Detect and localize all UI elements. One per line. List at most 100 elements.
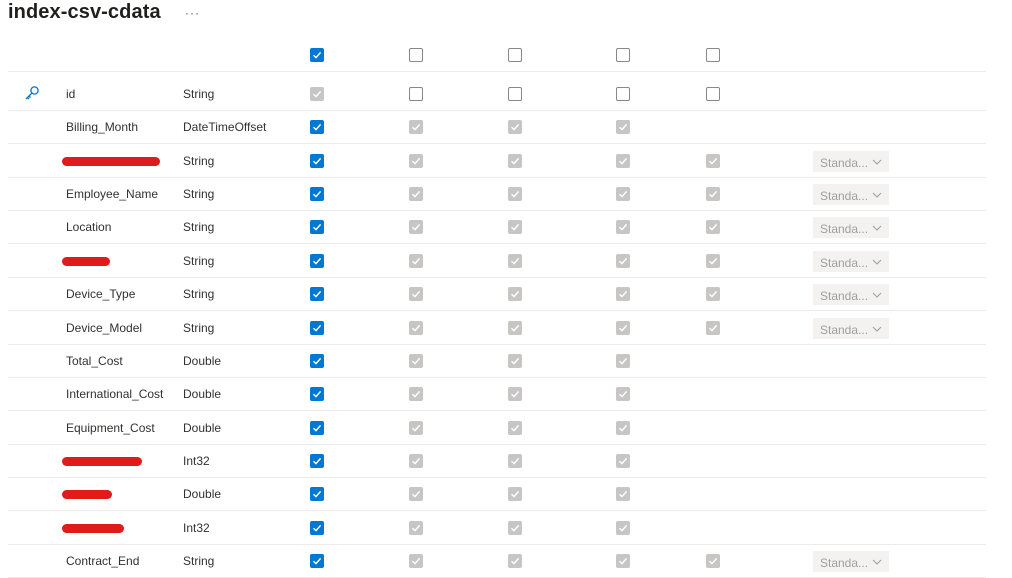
checkbox-col-4 xyxy=(616,220,630,234)
field-type: String xyxy=(183,254,215,268)
checkmark-icon xyxy=(511,390,520,398)
table-row[interactable]: id String xyxy=(8,77,986,111)
checkbox-col-1[interactable] xyxy=(310,120,324,134)
table-row[interactable]: String Standa... xyxy=(8,144,986,178)
checkmark-icon xyxy=(619,424,628,432)
table-row[interactable]: Int32 xyxy=(8,444,986,478)
checkbox-col-1[interactable] xyxy=(310,254,324,268)
analyzer-dropdown-value: Standa... xyxy=(820,222,869,236)
chevron-down-icon xyxy=(872,259,882,265)
field-type: String xyxy=(183,154,215,168)
checkmark-icon xyxy=(313,190,322,198)
checkmark-icon xyxy=(619,257,628,265)
checkmark-icon xyxy=(709,557,718,565)
checkbox-col-1[interactable] xyxy=(310,521,324,535)
checkbox-col-2[interactable] xyxy=(409,87,423,101)
header-checkbox-row xyxy=(0,0,1012,72)
checkmark-icon xyxy=(313,290,322,298)
checkmark-icon xyxy=(313,390,322,398)
redacted-field-name xyxy=(62,524,124,533)
field-name: Contract_End xyxy=(66,554,140,568)
table-row[interactable]: Double xyxy=(8,477,986,511)
checkmark-icon xyxy=(709,223,718,231)
select-all-checkbox-col-4[interactable] xyxy=(616,48,630,62)
checkbox-col-1[interactable] xyxy=(310,154,324,168)
checkbox-col-1[interactable] xyxy=(310,287,324,301)
table-row[interactable]: Equipment_Cost Double xyxy=(8,411,986,445)
checkbox-col-4 xyxy=(616,487,630,501)
checkbox-col-5 xyxy=(706,287,720,301)
checkmark-icon xyxy=(313,524,322,532)
checkmark-icon xyxy=(412,190,421,198)
checkmark-icon xyxy=(709,257,718,265)
checkbox-col-1[interactable] xyxy=(310,421,324,435)
checkmark-icon xyxy=(709,324,718,332)
table-row[interactable]: Device_Model String Standa... xyxy=(8,311,986,345)
checkbox-col-3 xyxy=(508,454,522,468)
select-all-checkbox-col-1[interactable] xyxy=(310,48,324,62)
checkmark-icon xyxy=(313,424,322,432)
checkmark-icon xyxy=(412,290,421,298)
checkbox-col-1 xyxy=(310,87,324,101)
select-all-checkbox-col-3[interactable] xyxy=(508,48,522,62)
analyzer-dropdown: Standa... xyxy=(813,251,889,272)
checkmark-icon xyxy=(511,190,520,198)
analyzer-dropdown: Standa... xyxy=(813,284,889,305)
checkbox-col-3 xyxy=(508,321,522,335)
table-row[interactable]: Device_Type String Standa... xyxy=(8,277,986,311)
checkmark-icon xyxy=(412,257,421,265)
checkbox-col-5[interactable] xyxy=(706,87,720,101)
analyzer-dropdown-value: Standa... xyxy=(820,556,869,570)
checkbox-col-1[interactable] xyxy=(310,187,324,201)
checkbox-col-4 xyxy=(616,287,630,301)
table-row[interactable]: Employee_Name String Standa... xyxy=(8,177,986,211)
analyzer-dropdown: Standa... xyxy=(813,151,889,172)
checkbox-col-3 xyxy=(508,154,522,168)
table-row[interactable]: Billing_Month DateTimeOffset xyxy=(8,110,986,144)
checkbox-col-2 xyxy=(409,487,423,501)
checkbox-col-1[interactable] xyxy=(310,321,324,335)
analyzer-dropdown: Standa... xyxy=(813,551,889,572)
chevron-down-icon xyxy=(872,292,882,298)
field-name: Equipment_Cost xyxy=(66,421,155,435)
field-type: Double xyxy=(183,487,222,501)
checkmark-icon xyxy=(619,490,628,498)
checkmark-icon xyxy=(313,90,322,98)
field-name: Employee_Name xyxy=(66,187,159,201)
checkbox-col-1[interactable] xyxy=(310,220,324,234)
checkmark-icon xyxy=(511,524,520,532)
table-row[interactable]: International_Cost Double xyxy=(8,377,986,411)
field-type: DateTimeOffset xyxy=(183,120,267,134)
checkbox-col-2 xyxy=(409,554,423,568)
checkmark-icon xyxy=(619,357,628,365)
checkbox-col-2 xyxy=(409,521,423,535)
checkbox-col-1[interactable] xyxy=(310,354,324,368)
checkbox-col-3[interactable] xyxy=(508,87,522,101)
field-type: String xyxy=(183,187,215,201)
table-row[interactable]: String Standa... xyxy=(8,244,986,278)
checkmark-icon xyxy=(313,223,322,231)
checkmark-icon xyxy=(313,557,322,565)
checkbox-col-4 xyxy=(616,154,630,168)
checkbox-col-1[interactable] xyxy=(310,454,324,468)
checkbox-col-1[interactable] xyxy=(310,554,324,568)
select-all-checkbox-col-5[interactable] xyxy=(706,48,720,62)
checkmark-icon xyxy=(619,223,628,231)
checkbox-col-4[interactable] xyxy=(616,87,630,101)
table-row[interactable]: Contract_End String Standa... xyxy=(8,544,986,578)
checkmark-icon xyxy=(412,524,421,532)
key-icon xyxy=(25,86,39,100)
checkbox-col-2 xyxy=(409,287,423,301)
select-all-checkbox-col-2[interactable] xyxy=(409,48,423,62)
checkbox-col-1[interactable] xyxy=(310,487,324,501)
checkbox-col-5 xyxy=(706,154,720,168)
checkbox-col-1[interactable] xyxy=(310,387,324,401)
checkbox-col-5 xyxy=(706,554,720,568)
table-row[interactable]: Location String Standa... xyxy=(8,210,986,244)
checkbox-col-4 xyxy=(616,387,630,401)
checkbox-col-2 xyxy=(409,187,423,201)
table-row[interactable]: Int32 xyxy=(8,511,986,545)
checkbox-col-4 xyxy=(616,254,630,268)
checkbox-col-3 xyxy=(508,387,522,401)
table-row[interactable]: Total_Cost Double xyxy=(8,344,986,378)
